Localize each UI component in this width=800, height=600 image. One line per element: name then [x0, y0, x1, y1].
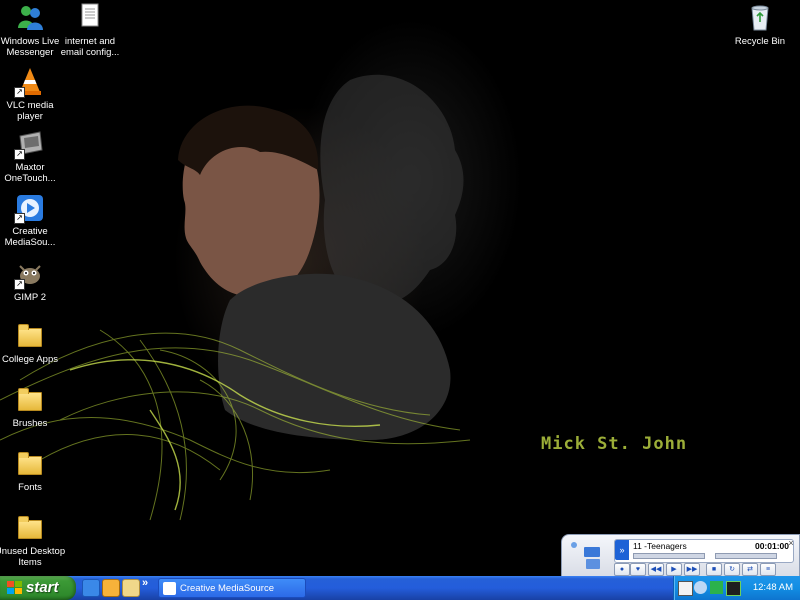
desktop-icon-vlc[interactable]: ↗ VLC media player: [0, 66, 66, 122]
recycle-bin-icon: [744, 2, 776, 34]
messenger-icon: [14, 2, 46, 34]
desktop-icon-label: Recycle Bin: [734, 36, 786, 47]
desktop-icon-unused-items[interactable]: Unused Desktop Items: [0, 512, 66, 568]
folder-icon: [14, 384, 46, 416]
play-button[interactable]: ▶: [666, 563, 682, 576]
ie-icon[interactable]: [82, 579, 100, 597]
folder-icon: [14, 448, 46, 480]
shortcut-arrow-icon: ↗: [14, 213, 25, 224]
track-time: 00:01:00: [754, 541, 789, 551]
firefox-icon[interactable]: [102, 579, 120, 597]
playlist-button[interactable]: ≡: [760, 563, 776, 576]
media-player-display: » 11 -Teenagers 00:01:00: [614, 539, 794, 563]
shuffle-button[interactable]: ⇄: [742, 563, 758, 576]
desktop-icon-label: Creative MediaSou...: [4, 226, 56, 248]
quick-launch-more-icon[interactable]: »: [142, 577, 148, 589]
taskbar: start » Creative MediaSource 12:48 AM: [0, 576, 800, 600]
desktop-icon-label: GIMP 2: [13, 292, 47, 303]
desktop[interactable]: Mick St. John Windows Live Messenger int…: [0, 0, 800, 576]
mediasource-icon: ↗: [14, 192, 46, 224]
volume-slider[interactable]: [715, 553, 777, 559]
desktop-icon-label: VLC media player: [6, 100, 54, 122]
network-icon[interactable]: [726, 581, 741, 596]
desktop-icon-gimp[interactable]: ↗ GIMP 2: [0, 258, 66, 303]
drive-icon: ↗: [14, 128, 46, 160]
desktop-icon-college-apps[interactable]: College Apps: [0, 320, 66, 365]
help-icon[interactable]: [678, 581, 693, 596]
desktop-icon-label: internet and email config...: [60, 36, 120, 58]
speaker-icon[interactable]: [694, 581, 707, 594]
mediasource-icon: [163, 582, 176, 595]
desktop-icon-label: Maxtor OneTouch...: [4, 162, 56, 184]
antivirus-icon[interactable]: [710, 581, 723, 594]
close-icon[interactable]: ×: [786, 538, 796, 548]
desktop-icon-label: Brushes: [12, 418, 48, 429]
heart-button[interactable]: ♥: [630, 563, 646, 576]
wallpaper-caption: Mick St. John: [541, 434, 688, 454]
desktop-icon-label: Unused Desktop Items: [0, 546, 66, 568]
next-button[interactable]: ▶▶: [684, 563, 700, 576]
desktop-icon-maxtor[interactable]: ↗ Maxtor OneTouch...: [0, 128, 66, 184]
seek-slider[interactable]: [633, 553, 705, 559]
desktop-icon-brushes[interactable]: Brushes: [0, 384, 66, 429]
document-icon: [74, 2, 106, 34]
gimp-icon: ↗: [14, 258, 46, 290]
media-icon[interactable]: [122, 579, 140, 597]
desktop-icon-fonts[interactable]: Fonts: [0, 448, 66, 493]
taskbar-button-mediasource[interactable]: Creative MediaSource: [158, 578, 306, 598]
folder-icon: [14, 512, 46, 544]
record-button[interactable]: ●: [614, 563, 630, 576]
repeat-button[interactable]: ↻: [724, 563, 740, 576]
shortcut-arrow-icon: ↗: [14, 149, 25, 160]
shortcut-arrow-icon: ↗: [14, 279, 25, 290]
wallpaper-art: [0, 74, 471, 521]
media-player-band[interactable]: » 11 -Teenagers 00:01:00 ● ♥ ◀◀ ▶ ▶▶ ■ ↻…: [561, 534, 800, 578]
taskbar-button-label: Creative MediaSource: [180, 583, 274, 594]
desktop-icon-label: Fonts: [18, 482, 42, 493]
clock[interactable]: 12:48 AM: [753, 576, 793, 600]
desktop-icon-recycle-bin[interactable]: Recycle Bin: [724, 2, 796, 47]
start-label: start: [26, 579, 59, 596]
desktop-icon-label: College Apps: [2, 354, 58, 365]
previous-button[interactable]: ◀◀: [648, 563, 664, 576]
shortcut-arrow-icon: ↗: [14, 87, 25, 98]
desktop-icon-mediasource[interactable]: ↗ Creative MediaSou...: [0, 192, 66, 248]
start-button[interactable]: start: [0, 576, 76, 600]
stop-button[interactable]: ■: [706, 563, 722, 576]
folder-icon: [14, 320, 46, 352]
system-tray: 12:48 AM: [673, 576, 800, 600]
track-title: 11 -Teenagers: [633, 541, 687, 551]
media-player-icons: [566, 539, 612, 573]
expand-arrow-icon[interactable]: »: [615, 540, 629, 560]
desktop-icon-internet-config[interactable]: internet and email config...: [54, 2, 126, 58]
vlc-cone-icon: ↗: [14, 66, 46, 98]
windows-flag-icon: [7, 581, 22, 594]
